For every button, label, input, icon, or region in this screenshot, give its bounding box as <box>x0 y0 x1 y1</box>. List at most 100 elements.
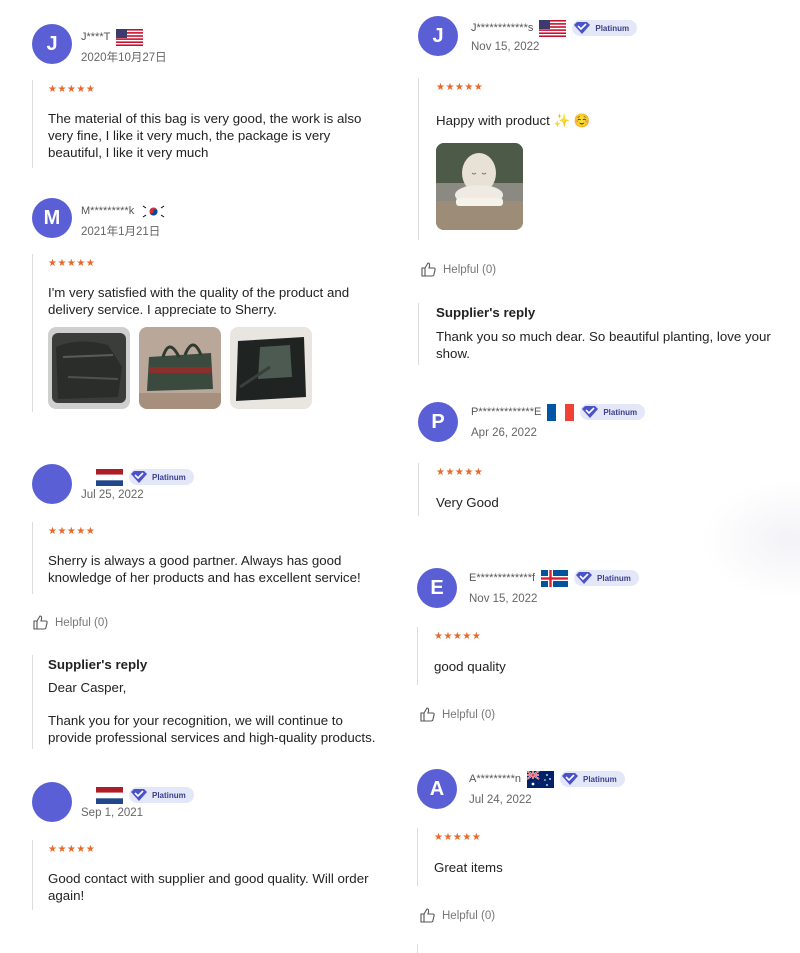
review-photo[interactable] <box>436 143 523 230</box>
badge-label: Platinum <box>603 407 638 417</box>
star-rating: ★★★★★ <box>436 82 484 93</box>
platinum-badge: Platinum <box>129 469 194 485</box>
star-rating: ★★★★★ <box>48 84 96 95</box>
review-date: Sep 1, 2021 <box>81 807 144 819</box>
diamond-icon <box>561 773 578 785</box>
avatar: P <box>418 402 458 442</box>
badge-label: Platinum <box>597 573 631 583</box>
badge-label: Platinum <box>152 790 186 800</box>
platinum-badge: Platinum <box>574 570 639 586</box>
reply-text: Thank you so much dear. So beautiful pla… <box>436 329 771 361</box>
review-photo[interactable] <box>48 327 130 409</box>
reviewer-name: E*************f <box>469 572 536 584</box>
review-text: Sherry is always a good partner. Always … <box>48 553 361 585</box>
star-rating: ★★★★★ <box>48 258 96 269</box>
au-flag-icon <box>526 770 554 788</box>
helpful-label: Helpful (0) <box>442 708 496 721</box>
avatar: J <box>418 16 458 56</box>
reviewer-info: J************s Platinum <box>471 18 638 38</box>
review-text: good quality <box>434 659 506 674</box>
star-rating: ★★★★★ <box>434 631 482 642</box>
review-photo[interactable] <box>139 327 221 409</box>
review-body: ★★★★★ Good contact with supplier and goo… <box>32 840 373 910</box>
star-rating: ★★★★★ <box>48 844 96 855</box>
reply-text: Thank you for your recognition, we will … <box>48 713 376 745</box>
badge-label: Platinum <box>595 23 630 33</box>
helpful-button[interactable]: Helpful (0) <box>33 615 108 630</box>
platinum-badge: Platinum <box>572 20 638 36</box>
review-photo[interactable] <box>230 327 312 409</box>
nl-flag-icon <box>96 786 123 804</box>
reviewer-name: J************s <box>471 22 534 34</box>
diamond-icon <box>131 471 147 483</box>
nl-flag-icon <box>96 468 123 486</box>
supplier-reply-partial <box>417 944 778 953</box>
reviewer-name: J****T <box>81 31 111 43</box>
review-body: ★★★★★ Happy with product ✨ ☺️ <box>418 78 779 240</box>
avatar <box>32 782 72 822</box>
reviewer-name: P*************E <box>471 406 542 418</box>
star-rating: ★★★★★ <box>48 526 96 537</box>
review-date: 2021年1月21日 <box>81 226 161 238</box>
helpful-label: Helpful (0) <box>442 909 496 922</box>
us-flag-icon <box>539 19 567 37</box>
badge-label: Platinum <box>152 472 186 482</box>
review-date: Nov 15, 2022 <box>469 593 538 605</box>
review-date: 2020年10月27日 <box>81 52 167 64</box>
avatar: M <box>32 198 72 238</box>
reviewer-name: M*********k <box>81 205 135 217</box>
avatar <box>32 464 72 504</box>
reviewer-info: A*********n Platinum <box>469 769 625 789</box>
review-body: ★★★★★ Great items <box>417 828 778 886</box>
star-rating: ★★★★★ <box>434 832 482 843</box>
avatar: J <box>32 24 72 64</box>
review-date: Jul 25, 2022 <box>81 489 144 501</box>
thumbs-up-icon <box>420 908 435 923</box>
review-body: ★★★★★ Sherry is always a good partner. A… <box>32 522 373 594</box>
review-date: Nov 15, 2022 <box>471 41 540 53</box>
reviewer-info: E*************f Platinum <box>469 568 639 588</box>
diamond-icon <box>131 789 147 801</box>
reviewer-info: Platinum <box>90 785 194 805</box>
platinum-badge: Platinum <box>580 404 646 420</box>
reviewer-info: M*********k <box>81 201 173 221</box>
platinum-badge: Platinum <box>129 787 194 803</box>
thumbs-up-icon <box>421 262 436 277</box>
supplier-reply: Supplier's reply Thank you so much dear.… <box>418 303 779 365</box>
reply-title: Supplier's reply <box>48 657 148 672</box>
helpful-button[interactable]: Helpful (0) <box>420 707 495 722</box>
reviewer-name: A*********n <box>469 773 521 785</box>
review-body: ★★★★★ I'm very satisfied with the qualit… <box>32 254 373 412</box>
us-flag-icon <box>116 28 144 46</box>
review-text: Good contact with supplier and good qual… <box>48 871 369 903</box>
thumbs-up-icon <box>33 615 48 630</box>
helpful-label: Helpful (0) <box>55 616 109 629</box>
fr-flag-icon <box>547 403 575 421</box>
diamond-icon <box>576 572 593 584</box>
badge-label: Platinum <box>582 774 617 784</box>
diamond-icon <box>574 22 591 34</box>
helpful-button[interactable]: Helpful (0) <box>420 908 495 923</box>
helpful-label: Helpful (0) <box>443 263 497 276</box>
review-text: The material of this bag is very good, t… <box>48 111 362 160</box>
platinum-badge: Platinum <box>559 771 625 787</box>
avatar: E <box>417 568 457 608</box>
reply-greeting: Dear Casper, <box>48 680 127 695</box>
background-glow <box>700 480 800 600</box>
review-body: ★★★★★ good quality <box>417 627 778 685</box>
review-text: I'm very satisfied with the quality of t… <box>48 285 350 317</box>
avatar: A <box>417 769 457 809</box>
reviewer-info: P*************E Platinum <box>471 402 646 422</box>
review-text: Great items <box>434 860 503 875</box>
reply-title: Supplier's reply <box>436 305 536 320</box>
reviewer-info: J****T <box>81 27 149 47</box>
is-flag-icon <box>541 569 569 587</box>
supplier-reply: Supplier's reply Dear Casper, Thank you … <box>32 655 383 749</box>
diamond-icon <box>582 406 599 418</box>
thumbs-up-icon <box>420 707 435 722</box>
review-body: ★★★★★ The material of this bag is very g… <box>32 80 373 168</box>
star-rating: ★★★★★ <box>436 467 484 478</box>
helpful-button[interactable]: Helpful (0) <box>421 262 496 277</box>
kr-flag-icon <box>140 202 168 220</box>
review-text: Happy with product ✨ ☺️ <box>436 113 591 128</box>
